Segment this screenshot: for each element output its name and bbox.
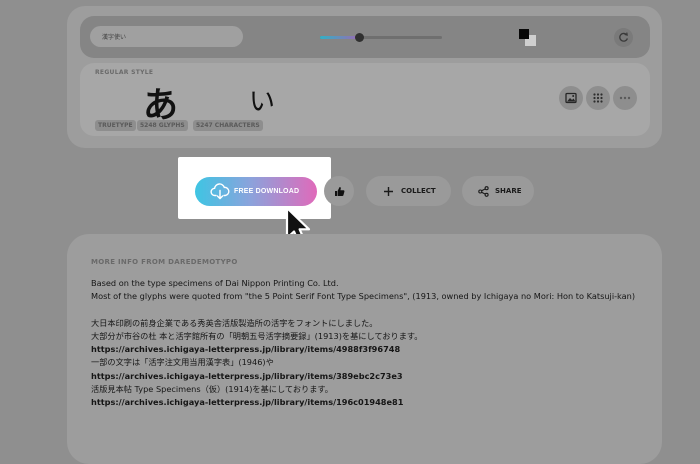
format-badge: TRUETYPE <box>95 120 136 131</box>
sample-text-input[interactable] <box>90 26 243 47</box>
thumbs-up-icon <box>334 186 344 196</box>
glyph-count-badge: 5248 GLYPHS <box>137 120 188 131</box>
refresh-icon <box>619 32 628 42</box>
style-label: REGULAR STYLE <box>95 69 154 76</box>
download-label: FREE DOWNLOAD <box>234 188 300 195</box>
info-line: 活版見本帖 Type Specimens（仮）(1914)を基にしております。 <box>91 384 333 395</box>
free-download-button[interactable]: FREE DOWNLOAD <box>195 177 317 206</box>
size-slider-thumb[interactable] <box>355 33 365 42</box>
archive-link[interactable]: https://archives.ichigaya-letterpress.jp… <box>91 370 636 383</box>
share-icon <box>478 185 489 197</box>
plus-icon <box>384 186 393 196</box>
info-line: Most of the glyphs were quoted from "the… <box>91 291 636 302</box>
size-slider[interactable] <box>320 33 442 42</box>
size-slider-fill <box>320 36 360 39</box>
preview-glyph: い <box>249 87 276 117</box>
info-line: Based on the type specimens of Dai Nippo… <box>91 278 339 288</box>
more-options-button[interactable] <box>613 86 637 110</box>
archive-link[interactable]: https://archives.ichigaya-letterpress.jp… <box>91 396 636 409</box>
color-swatch-toggle[interactable] <box>519 29 537 47</box>
like-button[interactable] <box>324 176 354 206</box>
more-icon <box>619 96 631 100</box>
info-line: 大部分が市谷の杜 本と活字館所有の「明朝五号活字摘要録」(1913)を基にしてお… <box>91 330 423 341</box>
archive-link[interactable]: https://archives.ichigaya-letterpress.jp… <box>91 343 636 356</box>
share-label: SHARE <box>495 187 522 195</box>
share-button[interactable]: SHARE <box>462 176 534 206</box>
info-body: Based on the type specimens of Dai Nippo… <box>91 277 636 410</box>
info-title: MORE INFO FROM DAREDEMOTYPO <box>91 258 238 266</box>
collect-label: COLLECT <box>401 187 436 195</box>
grid-view-button[interactable] <box>586 86 610 110</box>
info-line: 一部の文字は「活字注文用当用漢字表」(1946)や <box>91 357 274 368</box>
character-count-badge: 5247 CHARACTERS <box>193 120 263 131</box>
cloud-download-icon <box>210 183 230 203</box>
foreground-color-swatch <box>519 29 529 39</box>
image-icon <box>565 92 577 104</box>
info-line: 大日本印刷の前身企業である秀英舎活版製造所の活字をフォントにしました。 <box>91 317 378 328</box>
grid-icon <box>593 93 603 103</box>
collect-button[interactable]: COLLECT <box>366 176 451 206</box>
image-view-button[interactable] <box>559 86 583 110</box>
reset-button[interactable] <box>614 28 633 47</box>
